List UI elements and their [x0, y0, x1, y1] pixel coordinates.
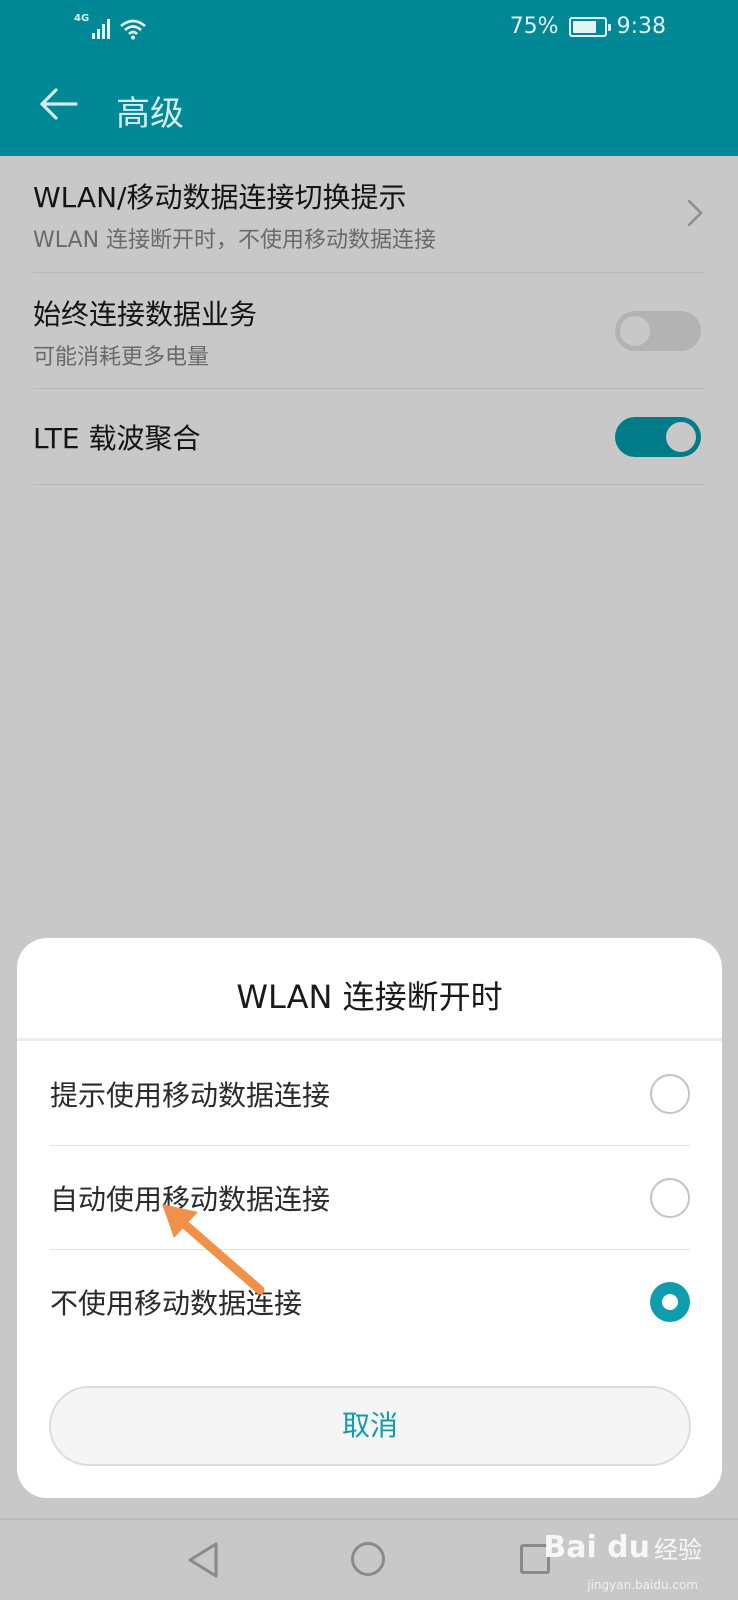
- nav-home-icon[interactable]: [351, 1542, 385, 1576]
- wifi-icon: [120, 19, 147, 40]
- arrow-left-icon[interactable]: [36, 82, 80, 126]
- dialog-title: WLAN 连接断开时: [236, 978, 503, 1016]
- dialog-divider: [17, 1038, 722, 1041]
- setting-wlan-switch-prompt[interactable]: WLAN/移动数据连接切换提示 WLAN 连接断开时，不使用移动数据连接: [33, 156, 705, 273]
- option-prompt-mobile-data[interactable]: 提示使用移动数据连接: [50, 1042, 690, 1146]
- cancel-button[interactable]: 取消: [49, 1386, 691, 1466]
- toggle-knob: [620, 316, 650, 346]
- lte-carrier-aggregation-toggle[interactable]: [615, 417, 701, 457]
- setting-title: WLAN/移动数据连接切换提示: [33, 181, 407, 214]
- setting-always-on-data[interactable]: 始终连接数据业务 可能消耗更多电量: [33, 273, 705, 389]
- option-label: 提示使用移动数据连接: [50, 1079, 331, 1112]
- orange-arrow-icon: [162, 1204, 265, 1295]
- battery-icon: [568, 16, 611, 37]
- setting-subtitle: WLAN 连接断开时，不使用移动数据连接: [33, 228, 437, 253]
- nav-back-icon[interactable]: [186, 1540, 220, 1580]
- battery-level: [572, 20, 596, 33]
- page-title: 高级: [116, 94, 184, 134]
- app-bar: 高级: [0, 56, 738, 156]
- option-auto-mobile-data[interactable]: 自动使用移动数据连接: [50, 1146, 690, 1250]
- chevron-right-icon: [687, 199, 703, 227]
- option-no-mobile-data[interactable]: 不使用移动数据连接: [50, 1250, 690, 1354]
- status-right: 75% 9:38: [510, 14, 666, 39]
- always-on-data-toggle[interactable]: [615, 311, 701, 351]
- status-bar: 4G 75% 9:38: [0, 0, 738, 56]
- settings-list: WLAN/移动数据连接切换提示 WLAN 连接断开时，不使用移动数据连接 始终连…: [0, 156, 738, 485]
- baidu-logo: Bai du: [543, 1530, 650, 1565]
- radio-button[interactable]: [650, 1178, 690, 1218]
- signal-icon: [92, 19, 111, 39]
- battery-percent: 75%: [509, 14, 559, 39]
- baidu-watermark: Bai du 经验: [543, 1530, 702, 1565]
- network-type: 4G: [74, 13, 90, 24]
- clock: 9:38: [616, 14, 666, 39]
- status-left: 4G: [74, 14, 147, 40]
- setting-title: 始终连接数据业务: [33, 298, 258, 331]
- setting-title: LTE 载波聚合: [33, 422, 201, 455]
- setting-subtitle: 可能消耗更多电量: [33, 345, 210, 370]
- watermark-text: 经验: [654, 1536, 702, 1564]
- setting-lte-carrier-aggregation[interactable]: LTE 载波聚合: [33, 389, 705, 485]
- toggle-knob: [666, 422, 696, 452]
- radio-button[interactable]: [650, 1074, 690, 1114]
- radio-button-selected[interactable]: [650, 1282, 690, 1322]
- wlan-disconnect-dialog: WLAN 连接断开时 提示使用移动数据连接 自动使用移动数据连接 不使用移动数据…: [17, 938, 722, 1498]
- watermark-url: jingyan.baidu.com: [587, 1578, 698, 1592]
